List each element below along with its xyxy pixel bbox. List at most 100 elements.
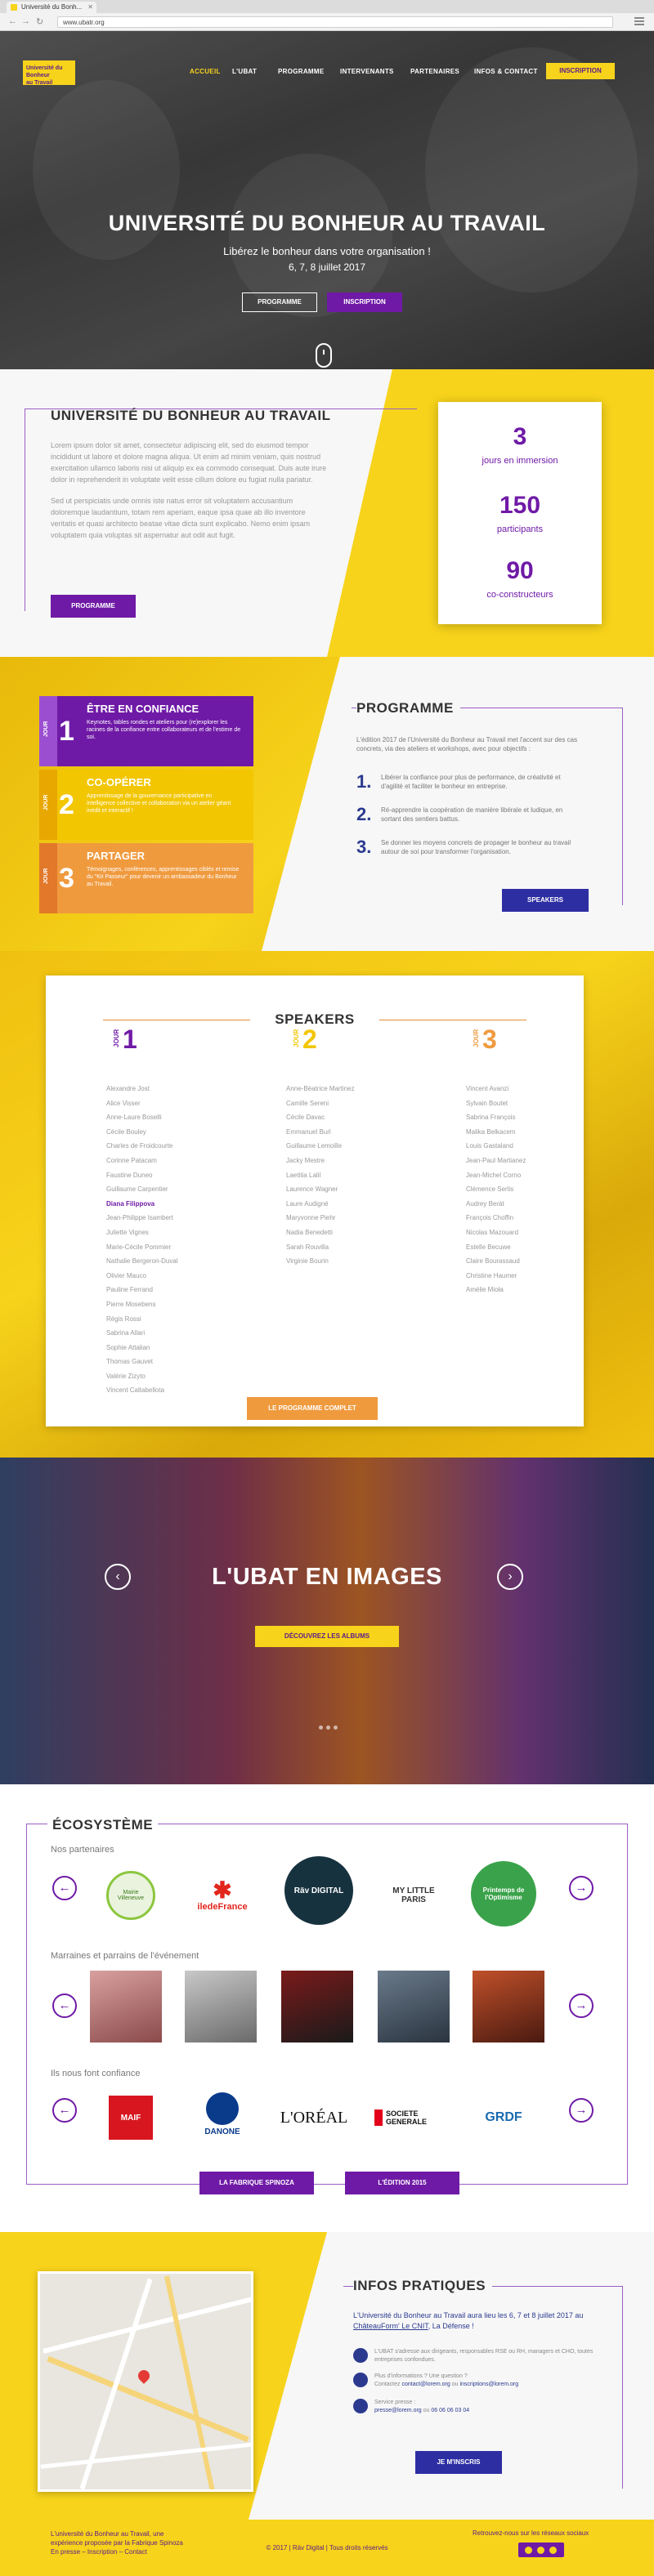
speaker-name[interactable]: Guillaume Lemoille [286,1139,450,1154]
nav-intervenants[interactable]: INTERVENANTS [340,68,394,75]
nav-inscription-button[interactable]: INSCRIPTION [546,63,615,79]
speaker-name[interactable]: Cécile Davac [286,1110,450,1125]
speaker-name[interactable]: Claire Bourassaud [466,1254,629,1269]
hero-programme-button[interactable]: PROGRAMME [242,292,317,312]
gallery-next-icon[interactable]: › [497,1564,523,1590]
speaker-name[interactable]: Alice Visser [106,1096,270,1111]
speaker-name[interactable]: Diana Filippova [106,1197,270,1212]
sponsors-prev-icon[interactable]: ← [52,1993,77,2018]
register-button[interactable]: JE M'INSCRIS [415,2451,502,2474]
contact-email-link[interactable]: contact@lorem.org [401,2382,450,2387]
speaker-name[interactable]: Laure Audigné [286,1197,450,1212]
gallery-pagination[interactable] [317,1719,339,1734]
speaker-name[interactable]: Audrey Beràt [466,1197,629,1212]
speaker-name[interactable]: Emmanuel Burl [286,1125,450,1140]
trust-prev-icon[interactable]: ← [52,2098,77,2123]
speaker-name[interactable]: Virginie Bourin [286,1254,450,1269]
speaker-name[interactable]: Marie-Cécile Pommier [106,1240,270,1255]
about-programme-button[interactable]: PROGRAMME [51,595,136,618]
albums-button[interactable]: DÉCOUVREZ LES ALBUMS [255,1626,399,1647]
client-logo[interactable]: L'ORÉAL [278,2087,350,2149]
close-tab-icon[interactable]: ✕ [87,2,93,13]
day-card-1[interactable]: JOUR 1 ÊTRE EN CONFIANCE Keynotes, table… [39,696,253,766]
speaker-name[interactable]: Nadia Benedetti [286,1225,450,1240]
speaker-name[interactable]: Nathalie Bergeron-Duval [106,1254,270,1269]
speaker-name[interactable]: Régis Rossi [106,1312,270,1327]
full-programme-button[interactable]: LE PROGRAMME COMPLET [247,1397,378,1420]
speaker-name[interactable]: Jean-Michel Corno [466,1168,629,1183]
partners-prev-icon[interactable]: ← [52,1876,77,1900]
speaker-name[interactable]: Corinne Patacam [106,1154,270,1168]
forward-arrow-icon[interactable]: → [21,16,30,26]
speaker-name[interactable]: Camille Sereni [286,1096,450,1111]
browser-tab[interactable]: Université du Bonh... ✕ [7,2,96,13]
speaker-name[interactable]: Amélie Mioła [466,1283,629,1297]
sponsor-photo[interactable] [90,1971,162,2042]
speaker-name[interactable]: Guillaume Carpentier [106,1182,270,1197]
hero-inscription-button[interactable]: INSCRIPTION [327,292,402,312]
speaker-name[interactable]: Cécile Bouley [106,1125,270,1140]
map-pin-icon[interactable] [136,2368,152,2384]
speaker-name[interactable]: Anne-Laure Boselli [106,1110,270,1125]
nav-programme[interactable]: PROGRAMME [278,68,324,75]
speaker-name[interactable]: Pauline Ferrand [106,1283,270,1297]
twitter-icon[interactable] [537,2547,544,2554]
press-email-link[interactable]: presse@lorem.org [374,2408,422,2413]
partner-logo[interactable]: MY LITTLE PARIS [378,1864,450,1926]
back-arrow-icon[interactable]: ← [8,16,17,26]
browser-menu-icon[interactable] [634,17,644,25]
speaker-name[interactable]: Laetitia Lalil [286,1168,450,1183]
reload-icon[interactable]: ↻ [36,16,43,27]
partner-logo[interactable]: Mairie Villeneuve [95,1864,167,1926]
client-logo[interactable]: DANONE [186,2083,258,2145]
sponsor-photo[interactable] [281,1971,353,2042]
partner-logo[interactable]: ✱ iledeFrance [186,1864,258,1926]
partner-logo[interactable]: Printemps de l'Optimisme [468,1861,540,1926]
speaker-name[interactable]: Sabrina Allari [106,1326,270,1341]
speaker-name[interactable]: Sarah Rouvilla [286,1240,450,1255]
inscription-email-link[interactable]: inscriptions@lorem.org [459,2382,518,2387]
day-card-3[interactable]: JOUR 3 PARTAGER Témoignages, conférences… [39,843,253,913]
partner-logo[interactable]: Räv DIGITAL [283,1856,355,1925]
speaker-name[interactable]: Thomas Gauvet [106,1355,270,1369]
nav-ubat[interactable]: L'UBAT [232,68,257,75]
linkedin-icon[interactable] [549,2547,557,2554]
speaker-name[interactable]: Vincent Caltabellota [106,1383,270,1398]
speaker-name[interactable]: Malika Belkacem [466,1125,629,1140]
client-logo[interactable]: GRDF [468,2087,540,2149]
site-logo[interactable]: Université du Bonheur au Travail [23,60,75,86]
speaker-name[interactable]: François Choffin [466,1211,629,1225]
speaker-name[interactable]: Juliette Vignes [106,1225,270,1240]
speaker-name[interactable]: Pierre Mosebens [106,1297,270,1312]
speakers-button[interactable]: SPEAKERS [502,889,589,912]
fabrique-spinoza-button[interactable]: LA FABRIQUE SPINOZA [199,2172,314,2194]
client-logo[interactable]: SOCIETE GENERALE [373,2087,445,2149]
sponsor-photo[interactable] [473,1971,544,2042]
nav-partenaires[interactable]: PARTENAIRES [410,68,459,75]
speaker-name[interactable]: Maryvonne Piehr [286,1211,450,1225]
nav-infos-contact[interactable]: INFOS & CONTACT [474,68,538,75]
speaker-name[interactable]: Louis Gastaland [466,1139,629,1154]
client-logo[interactable]: MAIF [95,2087,167,2149]
speaker-name[interactable]: Sylvain Boutet [466,1096,629,1111]
speaker-name[interactable]: Faustine Duneo [106,1168,270,1183]
speaker-name[interactable]: Nicolas Mazouard [466,1225,629,1240]
url-input[interactable]: www.ubatr.org [57,16,613,28]
speaker-name[interactable]: Sophie Attalian [106,1341,270,1355]
speaker-name[interactable]: Clémence Serlis [466,1182,629,1197]
speaker-name[interactable]: Jacky Mestre [286,1154,450,1168]
speaker-name[interactable]: Sabrina François [466,1110,629,1125]
speaker-name[interactable]: Anne-Béatrice Martinez [286,1082,450,1096]
speaker-name[interactable]: Charles de Froidcourte [106,1139,270,1154]
sponsor-photo[interactable] [378,1971,450,2042]
sponsors-next-icon[interactable]: → [569,1993,594,2018]
speaker-name[interactable]: Laurence Wagner [286,1182,450,1197]
location-map[interactable] [38,2271,253,2492]
trust-next-icon[interactable]: → [569,2098,594,2123]
speaker-name[interactable]: Valérie Zizyto [106,1369,270,1384]
speaker-name[interactable]: Alexandre Jost [106,1082,270,1096]
partners-next-icon[interactable]: → [569,1876,594,1900]
speaker-name[interactable]: Vincent Avanzi [466,1082,629,1096]
facebook-icon[interactable] [525,2547,532,2554]
speaker-name[interactable]: Olivier Mauco [106,1269,270,1284]
